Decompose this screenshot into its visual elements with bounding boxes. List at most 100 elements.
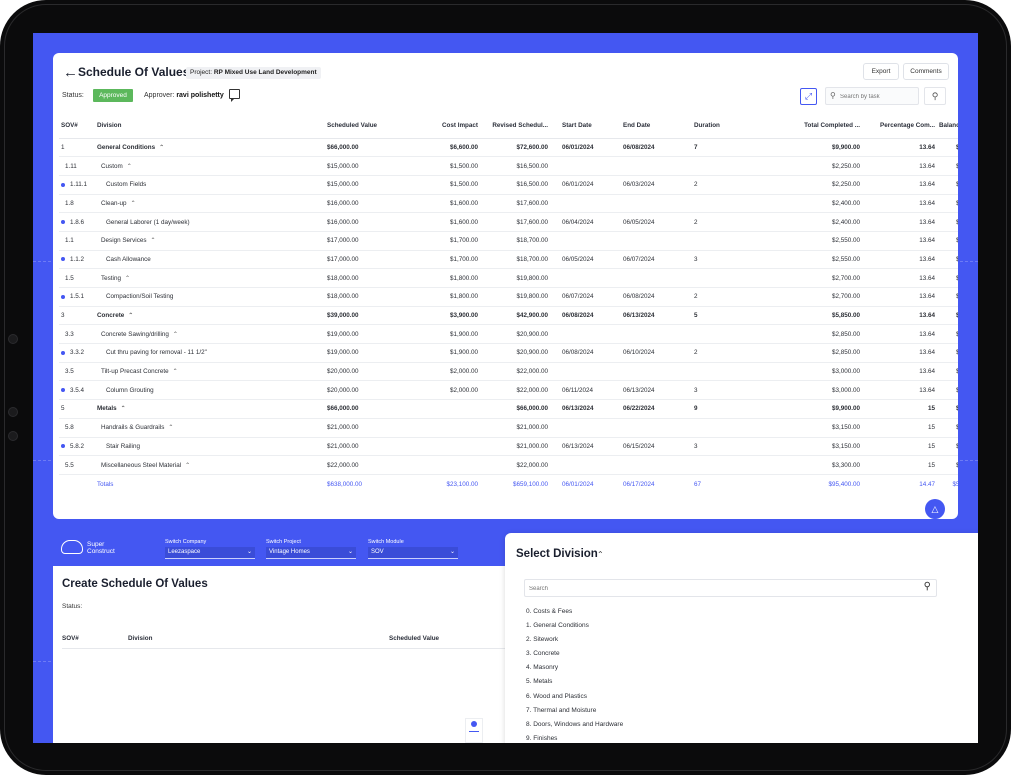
chevron-up-icon[interactable]: ⌃: [125, 276, 130, 282]
table-row[interactable]: 1.11 Custom ⌃ $15,000.00 $1,500.00 $16,500.00…: [59, 156, 958, 176]
user-tab[interactable]: [465, 718, 483, 743]
table-row[interactable]: 3.5.4 Column Grouting $20,000.00 $2,000.00 $…: [59, 380, 958, 401]
leaf-indicator: [61, 388, 65, 393]
scheduled-value: $15,000.00: [325, 175, 420, 195]
chevron-up-icon[interactable]: ⌃: [185, 463, 190, 469]
duration: 2: [692, 287, 732, 307]
cost-impact: [420, 437, 480, 457]
table-row[interactable]: 3.3 Concrete Sawing/drilling ⌃ $19,000.00 $1…: [59, 324, 958, 345]
help-fab[interactable]: △: [925, 499, 945, 519]
col-sov[interactable]: SOV#: [59, 114, 95, 139]
total-completed: $2,400.00: [732, 212, 862, 232]
sov-number: 5.8.2: [59, 437, 95, 457]
table-row[interactable]: 1.8 Clean-up ⌃ $16,000.00 $1,600.00 $17,600.0…: [59, 194, 958, 214]
division-item[interactable]: 1. General Conditions: [526, 621, 623, 635]
col-percentage[interactable]: Percentage Com...: [862, 114, 937, 139]
leaf-indicator: [61, 294, 65, 299]
cost-impact: $1,500.00: [420, 156, 480, 176]
total-completed: $3,150.00: [732, 437, 862, 457]
col-cost-impact[interactable]: Cost Impact: [420, 114, 480, 139]
chevron-up-icon[interactable]: ⌃: [173, 369, 178, 375]
division-item[interactable]: 7. Thermal and Moisture: [526, 706, 623, 720]
division-item[interactable]: 8. Doors, Windows and Hardware: [526, 720, 623, 734]
col-duration[interactable]: Duration: [692, 114, 732, 139]
sov-label: 3.5: [65, 368, 74, 376]
division-name: Metals ⌃: [95, 399, 325, 419]
search-task-input[interactable]: [840, 90, 916, 103]
balance: $1: [937, 231, 958, 251]
chevron-up-icon[interactable]: ⌃: [128, 313, 133, 319]
switch-project-select[interactable]: Vintage Homes ⌄: [266, 547, 356, 559]
division-item[interactable]: 2. Sitework: [526, 635, 623, 649]
division-item[interactable]: 9. Finishes: [526, 734, 623, 743]
arrow-left-icon[interactable]: ←: [63, 64, 78, 81]
chevron-up-icon[interactable]: ⌃: [127, 164, 132, 170]
chevron-up-icon[interactable]: ⌃: [121, 406, 126, 412]
table-row[interactable]: 5.5 Miscellaneous Steel Material ⌃ $22,000.…: [59, 455, 958, 475]
col-scheduled-value[interactable]: Scheduled Value: [325, 114, 420, 139]
table-row[interactable]: 5.8 Handrails & Guardrails ⌃ $21,000.00 $21,…: [59, 418, 958, 438]
table-row[interactable]: 3.5 Tilt-up Precast Concrete ⌃ $20,000.00 $2…: [59, 362, 958, 382]
leaf-indicator: [61, 444, 65, 449]
col-balance[interactable]: Balance: [937, 114, 958, 139]
chevron-up-icon[interactable]: ⌃: [131, 201, 136, 207]
scheduled-value: $16,000.00: [325, 194, 420, 214]
duration: 5: [692, 306, 732, 326]
status-badge: Approved: [93, 89, 133, 102]
table-row[interactable]: 5.8.2 Stair Railing $21,000.00 $21,000.00 06…: [59, 437, 958, 457]
end-date: [621, 268, 692, 288]
division-label: Cash Allowance: [106, 255, 151, 263]
switch-module-select[interactable]: SOV ⌄: [368, 547, 458, 559]
total-completed: $2,550.00: [732, 250, 862, 270]
division-item[interactable]: 3. Concrete: [526, 649, 623, 663]
search-button[interactable]: ⚲: [924, 87, 946, 105]
start-date: 06/01/2024: [550, 473, 621, 495]
col-start-date[interactable]: Start Date: [550, 114, 621, 139]
table-row[interactable]: 1.5.1 Compaction/Soil Testing $18,000.00 $1…: [59, 287, 958, 307]
comments-button[interactable]: Comments: [903, 63, 949, 80]
division-name: Cash Allowance: [95, 250, 325, 270]
division-item[interactable]: 4. Masonry: [526, 663, 623, 677]
scheduled-value: $22,000.00: [325, 455, 420, 475]
brand-logo[interactable]: Super Construct: [61, 536, 131, 560]
switch-company-select[interactable]: Leezaspace ⌄: [165, 547, 255, 559]
export-button[interactable]: Export: [863, 63, 899, 80]
chevron-up-icon[interactable]: ⌃: [173, 332, 178, 338]
col-total-completed[interactable]: Total Completed ...: [732, 114, 862, 139]
col-revised[interactable]: Revised Schedul...: [480, 114, 550, 139]
table-row[interactable]: 1.11.1 Custom Fields $15,000.00 $1,500.00 $1…: [59, 175, 958, 195]
division-item[interactable]: 5. Metals: [526, 677, 623, 691]
sov-number: 3.3: [59, 324, 95, 345]
search-icon[interactable]: ⚲: [924, 581, 931, 592]
table-row[interactable]: 1.5 Testing ⌃ $18,000.00 $1,800.00 $19,800.00…: [59, 268, 958, 288]
tablet-frame: ← Schedule Of Values Project: RP Mixed U…: [0, 0, 1011, 775]
duration: 3: [692, 380, 732, 401]
table-row[interactable]: 1 General Conditions ⌃ $66,000.00 $6,600.00 $…: [59, 138, 958, 158]
table-row[interactable]: 1.1.2 Cash Allowance $17,000.00 $1,700.00 $1…: [59, 250, 958, 270]
col-end-date[interactable]: End Date: [621, 114, 692, 139]
chevron-up-icon[interactable]: ⌃: [168, 425, 173, 431]
scheduled-value: $18,000.00: [325, 287, 420, 307]
side-button: [8, 334, 18, 344]
division-search-input[interactable]: [529, 582, 909, 595]
sov-number: 1.5.1: [59, 287, 95, 307]
division-item[interactable]: 0. Costs & Fees: [526, 607, 623, 621]
table-row[interactable]: 1.8.6 General Laborer (1 day/week) $16,000…: [59, 212, 958, 232]
chevron-up-icon[interactable]: ⌃: [159, 145, 164, 151]
table-row[interactable]: 5 Metals ⌃ $66,000.00 $66,000.00 06/13/2024 06…: [59, 399, 958, 419]
col-division[interactable]: Division: [95, 114, 325, 139]
start-date: 06/01/2024: [550, 175, 621, 195]
division-item[interactable]: 6. Wood and Plastics: [526, 692, 623, 706]
expand-icon[interactable]: ⤢: [800, 88, 817, 105]
table-row[interactable]: 3 Concrete ⌃ $39,000.00 $3,900.00 $42,900.00 0…: [59, 306, 958, 326]
scheduled-value: $19,000.00: [325, 324, 420, 345]
table-row[interactable]: 3.3.2 Cut thru paving for removal - 11 1/…: [59, 343, 958, 363]
cost-impact: $1,600.00: [420, 212, 480, 232]
chevron-up-icon[interactable]: ⌃: [597, 550, 604, 559]
chevron-up-icon[interactable]: ⌃: [151, 238, 156, 244]
chat-icon[interactable]: [229, 89, 240, 102]
division-label: Custom Fields: [106, 181, 147, 189]
table-row[interactable]: 1.1 Design Services ⌃ $17,000.00 $1,700.00 $1…: [59, 231, 958, 251]
cost-impact: $1,900.00: [420, 343, 480, 363]
revised-scheduled: $20,900.00: [480, 343, 550, 363]
